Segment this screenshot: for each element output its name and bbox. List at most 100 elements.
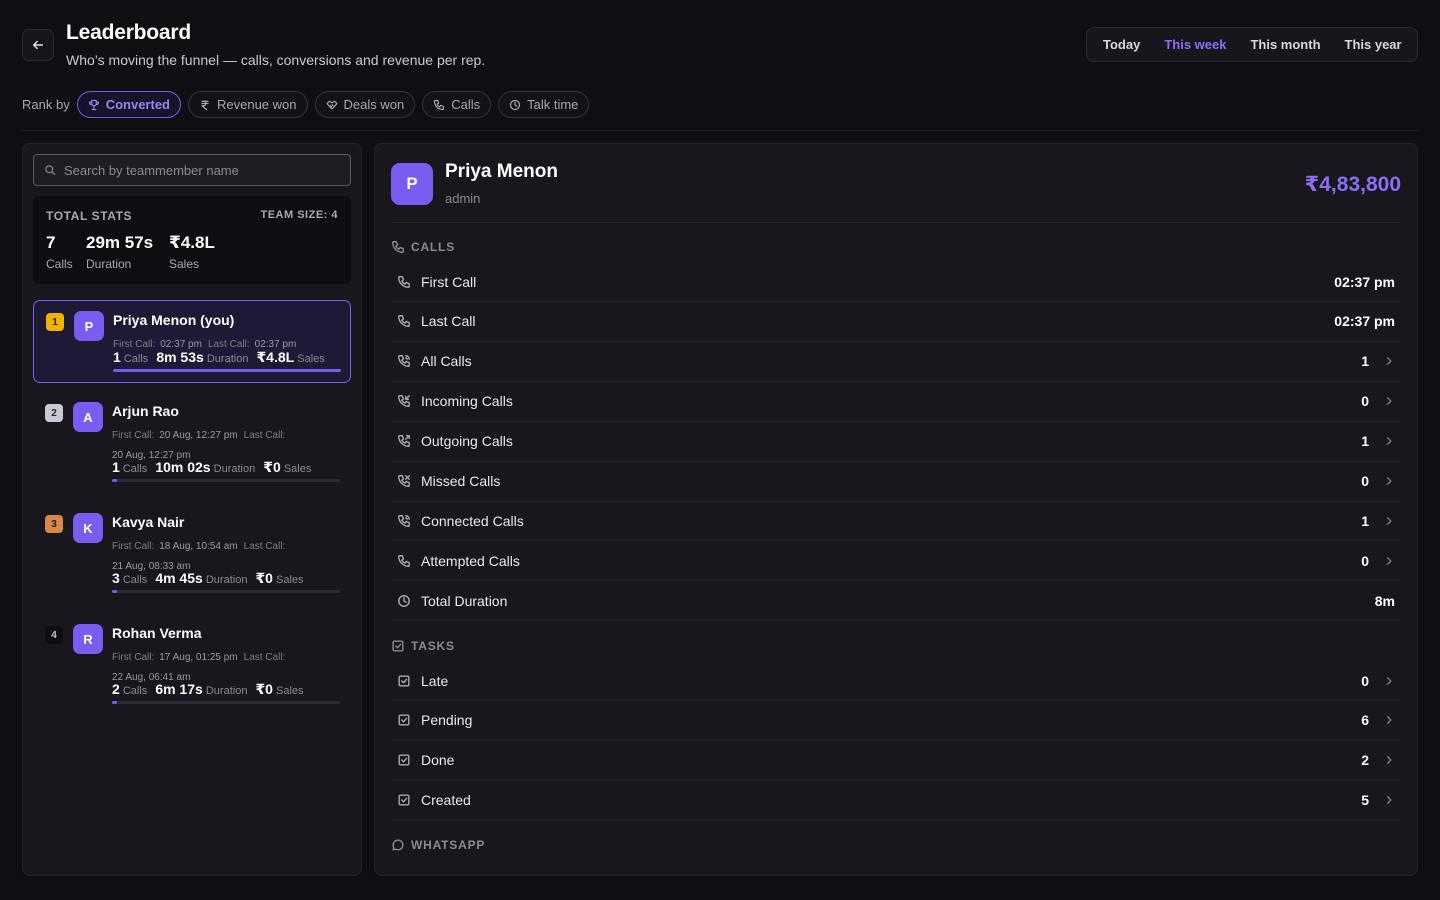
stat-row-all-calls[interactable]: All Calls1	[391, 342, 1401, 382]
period-this-week[interactable]: This week	[1152, 31, 1238, 58]
stat-row-value: 0	[1361, 393, 1369, 409]
period-today[interactable]: Today	[1091, 31, 1152, 58]
member-progress-bar	[113, 369, 341, 372]
member-duration-label: Duration	[206, 574, 248, 586]
member-sales-label: Sales	[284, 463, 312, 475]
stat-row-incoming-calls[interactable]: Incoming Calls0	[391, 382, 1401, 422]
stat-row-value: 0	[1361, 473, 1369, 489]
member-sales: ₹0	[255, 570, 273, 586]
member-sales-label: Sales	[276, 574, 304, 586]
stat-row-outgoing-calls[interactable]: Outgoing Calls1	[391, 422, 1401, 462]
period-this-month[interactable]: This month	[1238, 31, 1332, 58]
progress-fill	[113, 369, 341, 372]
member-calls: 3	[112, 570, 120, 586]
search-icon	[44, 164, 56, 176]
member-card[interactable]: 4 R Rohan Verma First Call:17 Aug, 01:25…	[33, 614, 351, 697]
chevron-right-icon	[1377, 754, 1401, 766]
back-button[interactable]	[22, 29, 54, 61]
rank-by-filter: Rank by Converted Revenue won Deals won …	[22, 91, 589, 118]
last-call-label: Last Call:	[244, 541, 286, 552]
member-name: Priya Menon (you)	[113, 312, 234, 328]
rank-chip-label: Revenue won	[217, 97, 297, 112]
detail-role: admin	[445, 191, 480, 206]
first-call-time: 18 Aug, 10:54 am	[159, 541, 237, 552]
rank-chip-revenue-won[interactable]: Revenue won	[188, 91, 308, 118]
rank-chip-converted[interactable]: Converted	[77, 91, 181, 118]
stat-row-label: Done	[421, 752, 1361, 768]
page-title: Leaderboard	[66, 21, 191, 45]
chevron-right-icon	[1377, 395, 1401, 407]
rank-by-label: Rank by	[22, 97, 70, 112]
phone-icon	[397, 314, 413, 328]
header-divider	[22, 130, 1418, 131]
chevron-right-icon	[1377, 714, 1401, 726]
total-calls-stat: 7 Calls	[46, 233, 73, 271]
stat-row-created[interactable]: Created5	[391, 781, 1401, 821]
member-name: Rohan Verma	[112, 625, 201, 641]
member-name: Kavya Nair	[112, 514, 184, 530]
detail-divider	[391, 222, 1401, 223]
stat-row-late[interactable]: Late0	[391, 661, 1401, 701]
member-calls: 1	[113, 349, 121, 365]
progress-fill	[112, 590, 117, 593]
stat-row-connected-calls[interactable]: Connected Calls1	[391, 501, 1401, 541]
total-duration-label: Duration	[86, 257, 153, 271]
page-subtitle: Who’s moving the funnel — calls, convers…	[66, 52, 485, 68]
calls-section-header: CALLS	[391, 240, 455, 254]
chevron-right-icon	[1377, 794, 1401, 806]
total-stats-title: TOTAL STATS	[46, 209, 132, 223]
phone-icon	[397, 275, 413, 289]
detail-avatar: P	[391, 163, 433, 205]
member-duration-label: Duration	[206, 685, 248, 697]
stat-row-value: 5	[1361, 792, 1369, 808]
total-sales-label: Sales	[169, 257, 215, 271]
rank-chip-deals-won[interactable]: Deals won	[315, 91, 416, 118]
member-stats: 3 Calls4m 45s Duration₹0 Sales	[112, 570, 304, 587]
total-calls-label: Calls	[46, 257, 73, 271]
clock-icon	[509, 99, 521, 111]
stat-row-value: 1	[1361, 353, 1369, 369]
stat-row-pending[interactable]: Pending6	[391, 701, 1401, 741]
member-name: Arjun Rao	[112, 403, 179, 419]
member-card[interactable]: 1 P Priya Menon (you) First Call:02:37 p…	[33, 300, 351, 383]
stat-row-attempted-calls[interactable]: Attempted Calls0	[391, 541, 1401, 581]
stat-row-missed-calls[interactable]: Missed Calls0	[391, 462, 1401, 502]
avatar: R	[73, 624, 103, 654]
period-this-year[interactable]: This year	[1333, 31, 1414, 58]
rank-badge: 1	[46, 313, 64, 331]
detail-revenue: ₹4,83,800	[1305, 172, 1401, 197]
member-stats: 2 Calls6m 17s Duration₹0 Sales	[112, 681, 304, 698]
phone-incoming-icon	[397, 394, 413, 408]
arrow-left-icon	[31, 38, 45, 52]
search-input[interactable]	[64, 163, 334, 178]
stat-row-value: 1	[1361, 433, 1369, 449]
member-sales: ₹4.8L	[256, 349, 294, 365]
first-call-label: First Call:	[112, 430, 154, 441]
phone-missed-icon	[397, 474, 413, 488]
checkbox-icon	[397, 674, 413, 688]
total-calls-value: 7	[46, 233, 73, 253]
rupee-icon	[199, 99, 211, 111]
member-detail-panel: P Priya Menon admin ₹4,83,800 CALLS Firs…	[374, 143, 1418, 876]
rank-badge: 2	[45, 404, 63, 422]
stat-row-value: 02:37 pm	[1334, 274, 1395, 290]
rank-chip-talk-time[interactable]: Talk time	[498, 91, 589, 118]
rank-chip-calls[interactable]: Calls	[422, 91, 491, 118]
stat-row-value: 6	[1361, 712, 1369, 728]
first-call-time: 17 Aug, 01:25 pm	[159, 652, 237, 663]
member-card[interactable]: 2 A Arjun Rao First Call:20 Aug, 12:27 p…	[33, 392, 351, 475]
stat-row-value: 0	[1361, 673, 1369, 689]
whatsapp-section-title: WHATSAPP	[411, 838, 485, 852]
last-call-label: Last Call:	[244, 430, 286, 441]
member-sales-label: Sales	[276, 685, 304, 697]
stat-row-first-call: First Call02:37 pm	[391, 262, 1401, 302]
member-calls-label: Calls	[123, 685, 147, 697]
checkbox-icon	[391, 639, 405, 653]
phone-outgoing-icon	[397, 434, 413, 448]
stat-row-value: 2	[1361, 752, 1369, 768]
total-sales-stat: ₹4.8L Sales	[169, 233, 215, 271]
member-card[interactable]: 3 K Kavya Nair First Call:18 Aug, 10:54 …	[33, 503, 351, 586]
stat-row-done[interactable]: Done2	[391, 741, 1401, 781]
chevron-right-icon	[1377, 435, 1401, 447]
avatar: P	[74, 311, 104, 341]
